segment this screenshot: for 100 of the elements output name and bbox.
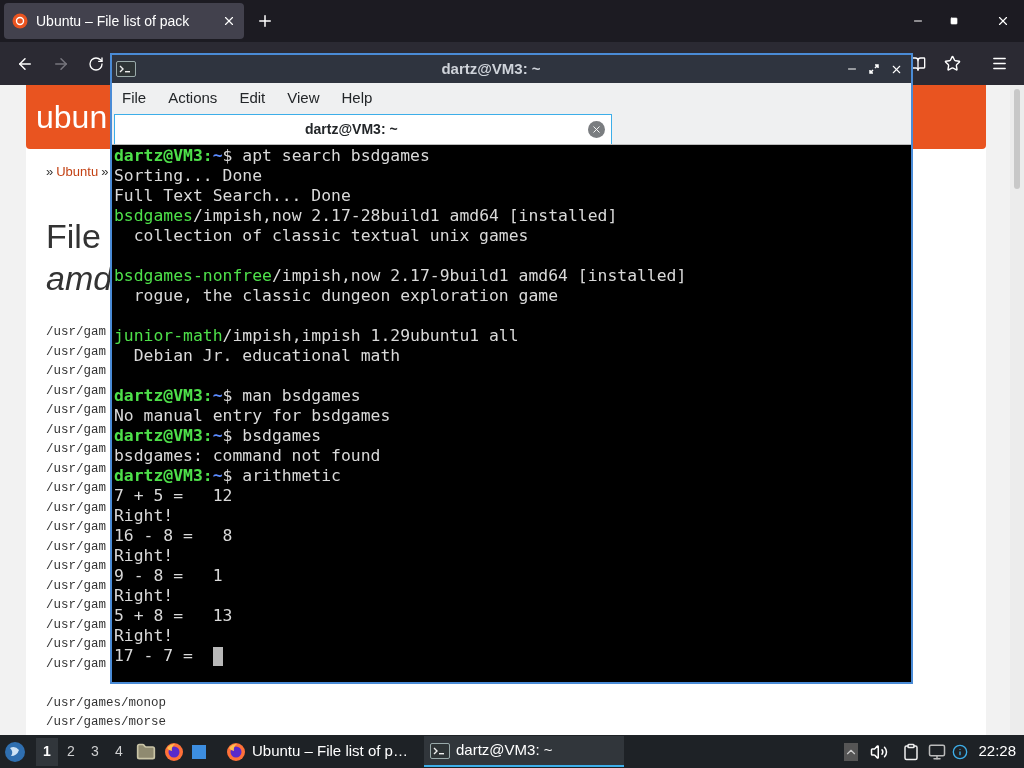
- file-path: /usr/gam: [46, 421, 106, 439]
- file-path: /usr/gam: [46, 538, 106, 556]
- file-path: /usr/gam: [46, 655, 106, 673]
- taskbar-window-button[interactable]: Ubuntu – File list of p…: [220, 736, 420, 767]
- workspace-switch[interactable]: 3: [84, 737, 106, 766]
- prompt-user: dartz@VM3:: [114, 145, 213, 167]
- terminal-text: Right!: [114, 544, 174, 567]
- terminal-text: 5 + 8 = 13: [114, 604, 233, 627]
- tab-close-icon[interactable]: [588, 121, 605, 138]
- prompt-user: dartz@VM3:: [114, 384, 213, 407]
- workspace-switch[interactable]: 2: [60, 737, 82, 766]
- terminal-text: /impish,now 2.17-28build1 amd64 [installed]: [192, 204, 618, 227]
- file-path: /usr/gam: [46, 382, 106, 400]
- terminal-text: 9 - 8 = 1: [114, 564, 223, 587]
- terminal-app-icon: [116, 61, 136, 77]
- new-tab-icon[interactable]: [256, 12, 274, 30]
- terminal-text: Full Text Search... Done: [114, 184, 351, 207]
- prompt-path: ~: [212, 384, 223, 407]
- tray-expand-icon[interactable]: [844, 742, 859, 761]
- prompt-path: ~: [212, 464, 223, 487]
- start-menu-icon[interactable]: [4, 740, 26, 763]
- menu-item[interactable]: Actions: [168, 87, 218, 110]
- maximize-icon[interactable]: [950, 17, 958, 25]
- file-path: /usr/gam: [46, 460, 106, 478]
- terminal-text: $ man bsdgames: [222, 384, 361, 407]
- file-path: /usr/gam: [46, 343, 106, 361]
- window-title: dartz@VM3: ~: [456, 740, 553, 761]
- terminal-text: /impish,now 2.17-9build1 amd64 [installed]: [271, 264, 687, 287]
- file-path: /usr/games/morse: [46, 714, 167, 731]
- terminal-text: $ bsdgames: [222, 424, 322, 447]
- terminal-text: bsdgames: command not found: [114, 444, 381, 467]
- terminal-text: $ apt search bsdgames: [222, 145, 430, 167]
- reader-icon[interactable]: [910, 55, 926, 72]
- ubuntu-logo-icon: [12, 13, 28, 29]
- browser-launcher-icon: [164, 741, 184, 762]
- file-path: /usr/gam: [46, 597, 106, 614]
- restore-icon[interactable]: [868, 63, 880, 75]
- terminal-text: rogue, the classic dungeon exploration game: [132, 284, 559, 307]
- scrollbar[interactable]: [1010, 85, 1024, 735]
- terminal-text: 16 - 8 = 8: [114, 524, 233, 547]
- breadcrumb-link[interactable]: Ubuntu: [56, 162, 99, 182]
- network-icon[interactable]: [928, 742, 947, 761]
- terminal-window-icon: [430, 742, 450, 759]
- terminal-text: Debian Jr. educational math: [132, 344, 401, 367]
- volume-icon[interactable]: [870, 742, 889, 761]
- close-icon[interactable]: [222, 14, 236, 28]
- browser-window-icon: [226, 741, 246, 762]
- terminal-text: collection of classic textual unix games: [132, 224, 529, 247]
- terminal-text: /impish,impish 1.29ubuntu1 all: [222, 324, 519, 347]
- workspace-switch[interactable]: 1: [36, 737, 58, 766]
- terminal-tab[interactable]: dartz@VM3: ~: [114, 114, 612, 144]
- terminal-text: No manual entry for bsdgames: [114, 404, 391, 427]
- breadcrumb-separator: »: [46, 163, 54, 182]
- terminal-text: Right!: [114, 624, 174, 647]
- file-path: /usr/gam: [46, 363, 106, 380]
- file-path: /usr/gam: [46, 636, 106, 653]
- clock[interactable]: 22:28: [978, 740, 1016, 763]
- terminal-text: 7 + 5 = 12: [114, 484, 233, 507]
- page-subtitle: amd: [46, 258, 113, 299]
- package-name: bsdgames-nonfree: [114, 264, 272, 287]
- window-title: Ubuntu – File list of p…: [252, 741, 408, 762]
- terminal-text: $ arithmetic: [222, 464, 341, 487]
- taskbar-window-button[interactable]: dartz@VM3: ~: [424, 736, 624, 767]
- file-path: /usr/gam: [46, 402, 106, 419]
- file-path: /usr/gam: [46, 499, 106, 517]
- file-path: /usr/gam: [46, 441, 106, 458]
- file-path: /usr/gam: [46, 616, 106, 634]
- page-title: File: [46, 216, 101, 257]
- reload-icon[interactable]: [88, 55, 104, 72]
- file-path: /usr/gam: [46, 480, 106, 497]
- terminal-text: Right!: [114, 584, 174, 607]
- file-path: /usr/gam: [46, 577, 106, 595]
- folder-icon[interactable]: [136, 741, 156, 762]
- prompt-user: dartz@VM3:: [114, 464, 213, 487]
- terminal-text: Right!: [114, 504, 174, 527]
- window-title: dartz@VM3: ~: [440, 58, 542, 79]
- notification-icon[interactable]: [952, 743, 969, 760]
- site-logo: ubun: [36, 98, 108, 137]
- file-path: /usr/gam: [46, 558, 106, 575]
- file-path: /usr/gam: [46, 519, 106, 536]
- prompt-path: ~: [212, 145, 223, 167]
- clipboard-icon[interactable]: [902, 742, 921, 761]
- browser-tab[interactable]: Ubuntu – File list of pack: [4, 3, 244, 39]
- desktop-icon[interactable]: [192, 744, 206, 759]
- breadcrumb-separator: »: [101, 163, 109, 182]
- bookmark-star-icon[interactable]: [944, 55, 961, 72]
- menu-item[interactable]: View: [287, 87, 320, 110]
- prompt-path: ~: [212, 424, 223, 447]
- menu-item[interactable]: Help: [341, 87, 373, 110]
- prompt-user: dartz@VM3:: [114, 424, 213, 447]
- close-icon[interactable]: [996, 14, 1010, 28]
- package-name: bsdgames: [114, 204, 193, 227]
- terminal-text: Sorting... Done: [114, 164, 263, 187]
- package-name: junior-math: [114, 324, 223, 347]
- terminal-text: 17 - 7 =: [114, 644, 194, 667]
- menu-icon[interactable]: [991, 55, 1008, 72]
- menu-item[interactable]: File: [122, 87, 147, 110]
- workspace-switch[interactable]: 4: [108, 737, 130, 766]
- menu-item[interactable]: Edit: [239, 87, 266, 110]
- file-path: /usr/games/monop: [46, 694, 167, 712]
